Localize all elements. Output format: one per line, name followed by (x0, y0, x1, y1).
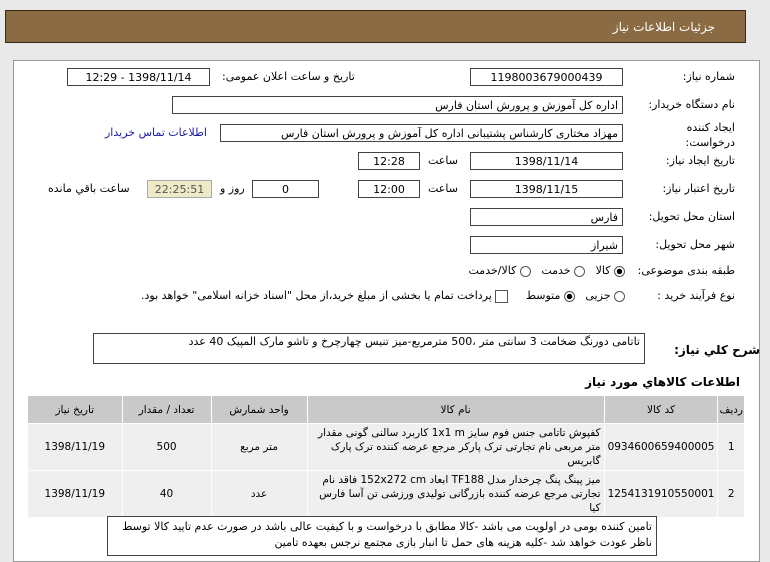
description-label: شرح کلي نياز: (674, 343, 760, 357)
days-field: 0 (252, 180, 319, 198)
buyer-field: اداره کل آموزش و پرورش استان فارس (172, 96, 623, 114)
row-code: 0934600659400005 (603, 423, 719, 471)
time-label: ساعت (428, 182, 458, 195)
process-radio-medium[interactable] (563, 290, 575, 302)
announce-label: تاریخ و ساعت اعلان عمومی: (222, 70, 355, 83)
goods-section-title: اطلاعات کالاهاي مورد نياز (585, 375, 740, 389)
buyer-label: نام دستگاه خریدار: (648, 98, 735, 111)
created-time-field: 12:28 (358, 152, 420, 170)
row-date: 1398/11/19 (27, 470, 123, 518)
row-unit: متر مربع (210, 423, 308, 471)
row-code: 1254131910550001 (603, 470, 719, 518)
need-number-field: 1198003679000439 (470, 68, 623, 86)
col-name: نام کالا (306, 395, 605, 424)
payment-checkbox[interactable] (495, 289, 509, 303)
process-option-label: جزیی (585, 289, 611, 302)
page-header: جزئیات اطلاعات نیاز (5, 10, 746, 43)
category-radio-service[interactable] (574, 265, 586, 277)
row-qty: 500 (121, 423, 212, 471)
category-option-label: کالا (595, 264, 611, 277)
category-option-label: خدمت (541, 264, 571, 277)
valid-label: تاریخ اعتبار نیاز: (662, 182, 735, 195)
table-row: 1 0934600659400005 کفپوش تاتامی جنس فوم … (27, 423, 745, 471)
row-date: 1398/11/19 (27, 423, 123, 471)
remaining-time-field: 22:25:51 (147, 180, 212, 198)
col-row: ردیف (717, 395, 745, 424)
col-code: کد کالا (603, 395, 719, 424)
remaining-label: ساعت باقي مانده (48, 182, 130, 195)
province-label: استان محل تحویل: (648, 210, 735, 223)
description-field: تاتامی دورنگ ضخامت 3 سانتی متر ،500 مترم… (93, 333, 645, 364)
payment-note: پرداخت تمام یا بخشی از مبلغ خرید،از محل … (141, 289, 492, 302)
col-unit: واحد شمارش (210, 395, 308, 424)
category-radio-group: کالا خدمت کالا/خدمت (468, 262, 625, 280)
announce-field: 1398/11/14 - 12:29 (67, 68, 210, 86)
category-radio-goods-service[interactable] (519, 265, 531, 277)
valid-date-field: 1398/11/15 (470, 180, 623, 198)
province-field: فارس (470, 208, 623, 226)
valid-time-field: 12:00 (358, 180, 420, 198)
row-index: 2 (717, 470, 745, 518)
city-field: شیراز (470, 236, 623, 254)
city-label: شهر محل تحویل: (655, 238, 735, 251)
days-label: روز و (220, 182, 245, 195)
row-name: میز پینگ پنگ چرخدار مدل TF188 ابعاد 152x… (306, 470, 605, 518)
created-label: تاریخ ایجاد نیاز: (665, 154, 735, 167)
contact-info-link[interactable]: اطلاعات تماس خریدار (105, 124, 207, 142)
process-label: نوع فرآیند خرید : (657, 289, 735, 302)
created-date-field: 1398/11/14 (470, 152, 623, 170)
table-row: 2 1254131910550001 میز پینگ پنگ چرخدار م… (27, 470, 745, 518)
row-name: کفپوش تاتامی جنس فوم سایز 1x1 m کاربرد س… (306, 423, 605, 471)
process-radio-minor[interactable] (614, 290, 625, 302)
goods-table: ردیف کد کالا نام کالا واحد شمارش تعداد /… (27, 395, 745, 518)
notes-field: تامین کننده بومی در اولویت می باشد -کالا… (107, 516, 657, 556)
process-option-label: متوسط (525, 289, 561, 302)
creator-field: مهزاد مختاری کارشناس پشتیبانی اداره کل آ… (220, 124, 623, 142)
time-label: ساعت (428, 154, 458, 167)
col-date: تاریخ نیاز (27, 395, 123, 424)
category-option-label: کالا/خدمت (468, 264, 517, 277)
row-unit: عدد (210, 470, 308, 518)
need-number-label: شماره نیاز: (682, 70, 735, 83)
creator-label: ایجاد کننده درخواست: (685, 121, 735, 149)
col-qty: تعداد / مقدار (121, 395, 212, 424)
row-index: 1 (717, 423, 745, 471)
category-radio-goods[interactable] (614, 265, 625, 277)
category-label: طبقه بندی موضوعی: (637, 264, 735, 277)
row-qty: 40 (121, 470, 212, 518)
process-radio-group: جزیی متوسط پرداخت تمام یا بخشی از مبلغ خ… (141, 287, 625, 305)
